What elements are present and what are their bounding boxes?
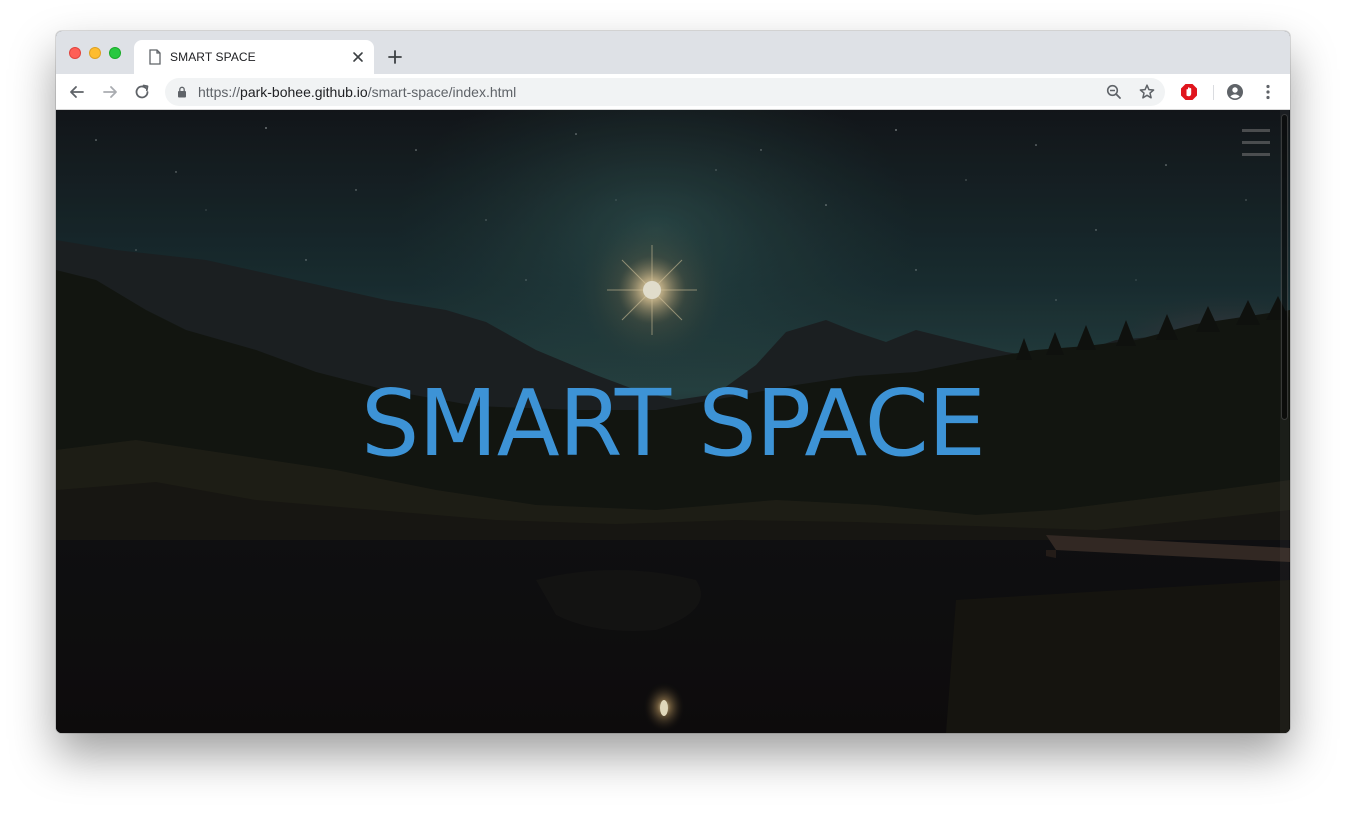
back-arrow-icon[interactable] bbox=[68, 83, 86, 101]
menu-bar bbox=[1242, 129, 1270, 132]
tab-smart-space[interactable]: SMART SPACE bbox=[134, 40, 374, 74]
close-icon[interactable] bbox=[351, 50, 365, 64]
toolbar-divider bbox=[1213, 85, 1214, 100]
menu-bar bbox=[1242, 141, 1270, 144]
kebab-menu-icon[interactable] bbox=[1259, 83, 1277, 101]
hamburger-menu-icon[interactable] bbox=[1242, 129, 1270, 156]
plus-icon[interactable] bbox=[386, 48, 404, 66]
lock-icon[interactable] bbox=[177, 86, 187, 98]
close-window-button[interactable] bbox=[69, 47, 81, 59]
adblock-icon[interactable] bbox=[1180, 83, 1198, 101]
scrollbar-track[interactable] bbox=[1280, 110, 1289, 733]
address-bar[interactable]: https://park-bohee.github.io/smart-space… bbox=[165, 78, 1165, 106]
url-host: park-bohee.github.io bbox=[240, 84, 368, 100]
reload-icon[interactable] bbox=[133, 83, 151, 101]
url-scheme: https:// bbox=[198, 84, 241, 100]
page-viewport: SMART SPACE bbox=[56, 110, 1290, 733]
hero-title: SMART SPACE bbox=[360, 370, 986, 477]
zoom-out-icon[interactable] bbox=[1105, 83, 1123, 101]
browser-window: SMART SPACE https://park-bohee.github.io… bbox=[56, 31, 1290, 733]
tab-strip: SMART SPACE bbox=[56, 31, 1290, 74]
account-icon[interactable] bbox=[1226, 83, 1244, 101]
url-text[interactable]: https://park-bohee.github.io/smart-space… bbox=[198, 84, 516, 100]
document-icon bbox=[149, 49, 161, 65]
star-icon[interactable] bbox=[1138, 83, 1156, 101]
menu-bar bbox=[1242, 153, 1270, 156]
maximize-window-button[interactable] bbox=[109, 47, 121, 59]
url-path: /smart-space/index.html bbox=[367, 84, 517, 100]
browser-toolbar: https://park-bohee.github.io/smart-space… bbox=[56, 74, 1290, 110]
forward-arrow-icon[interactable] bbox=[101, 83, 119, 101]
minimize-window-button[interactable] bbox=[89, 47, 101, 59]
scrollbar-thumb[interactable] bbox=[1281, 114, 1288, 420]
tab-title: SMART SPACE bbox=[170, 50, 256, 64]
